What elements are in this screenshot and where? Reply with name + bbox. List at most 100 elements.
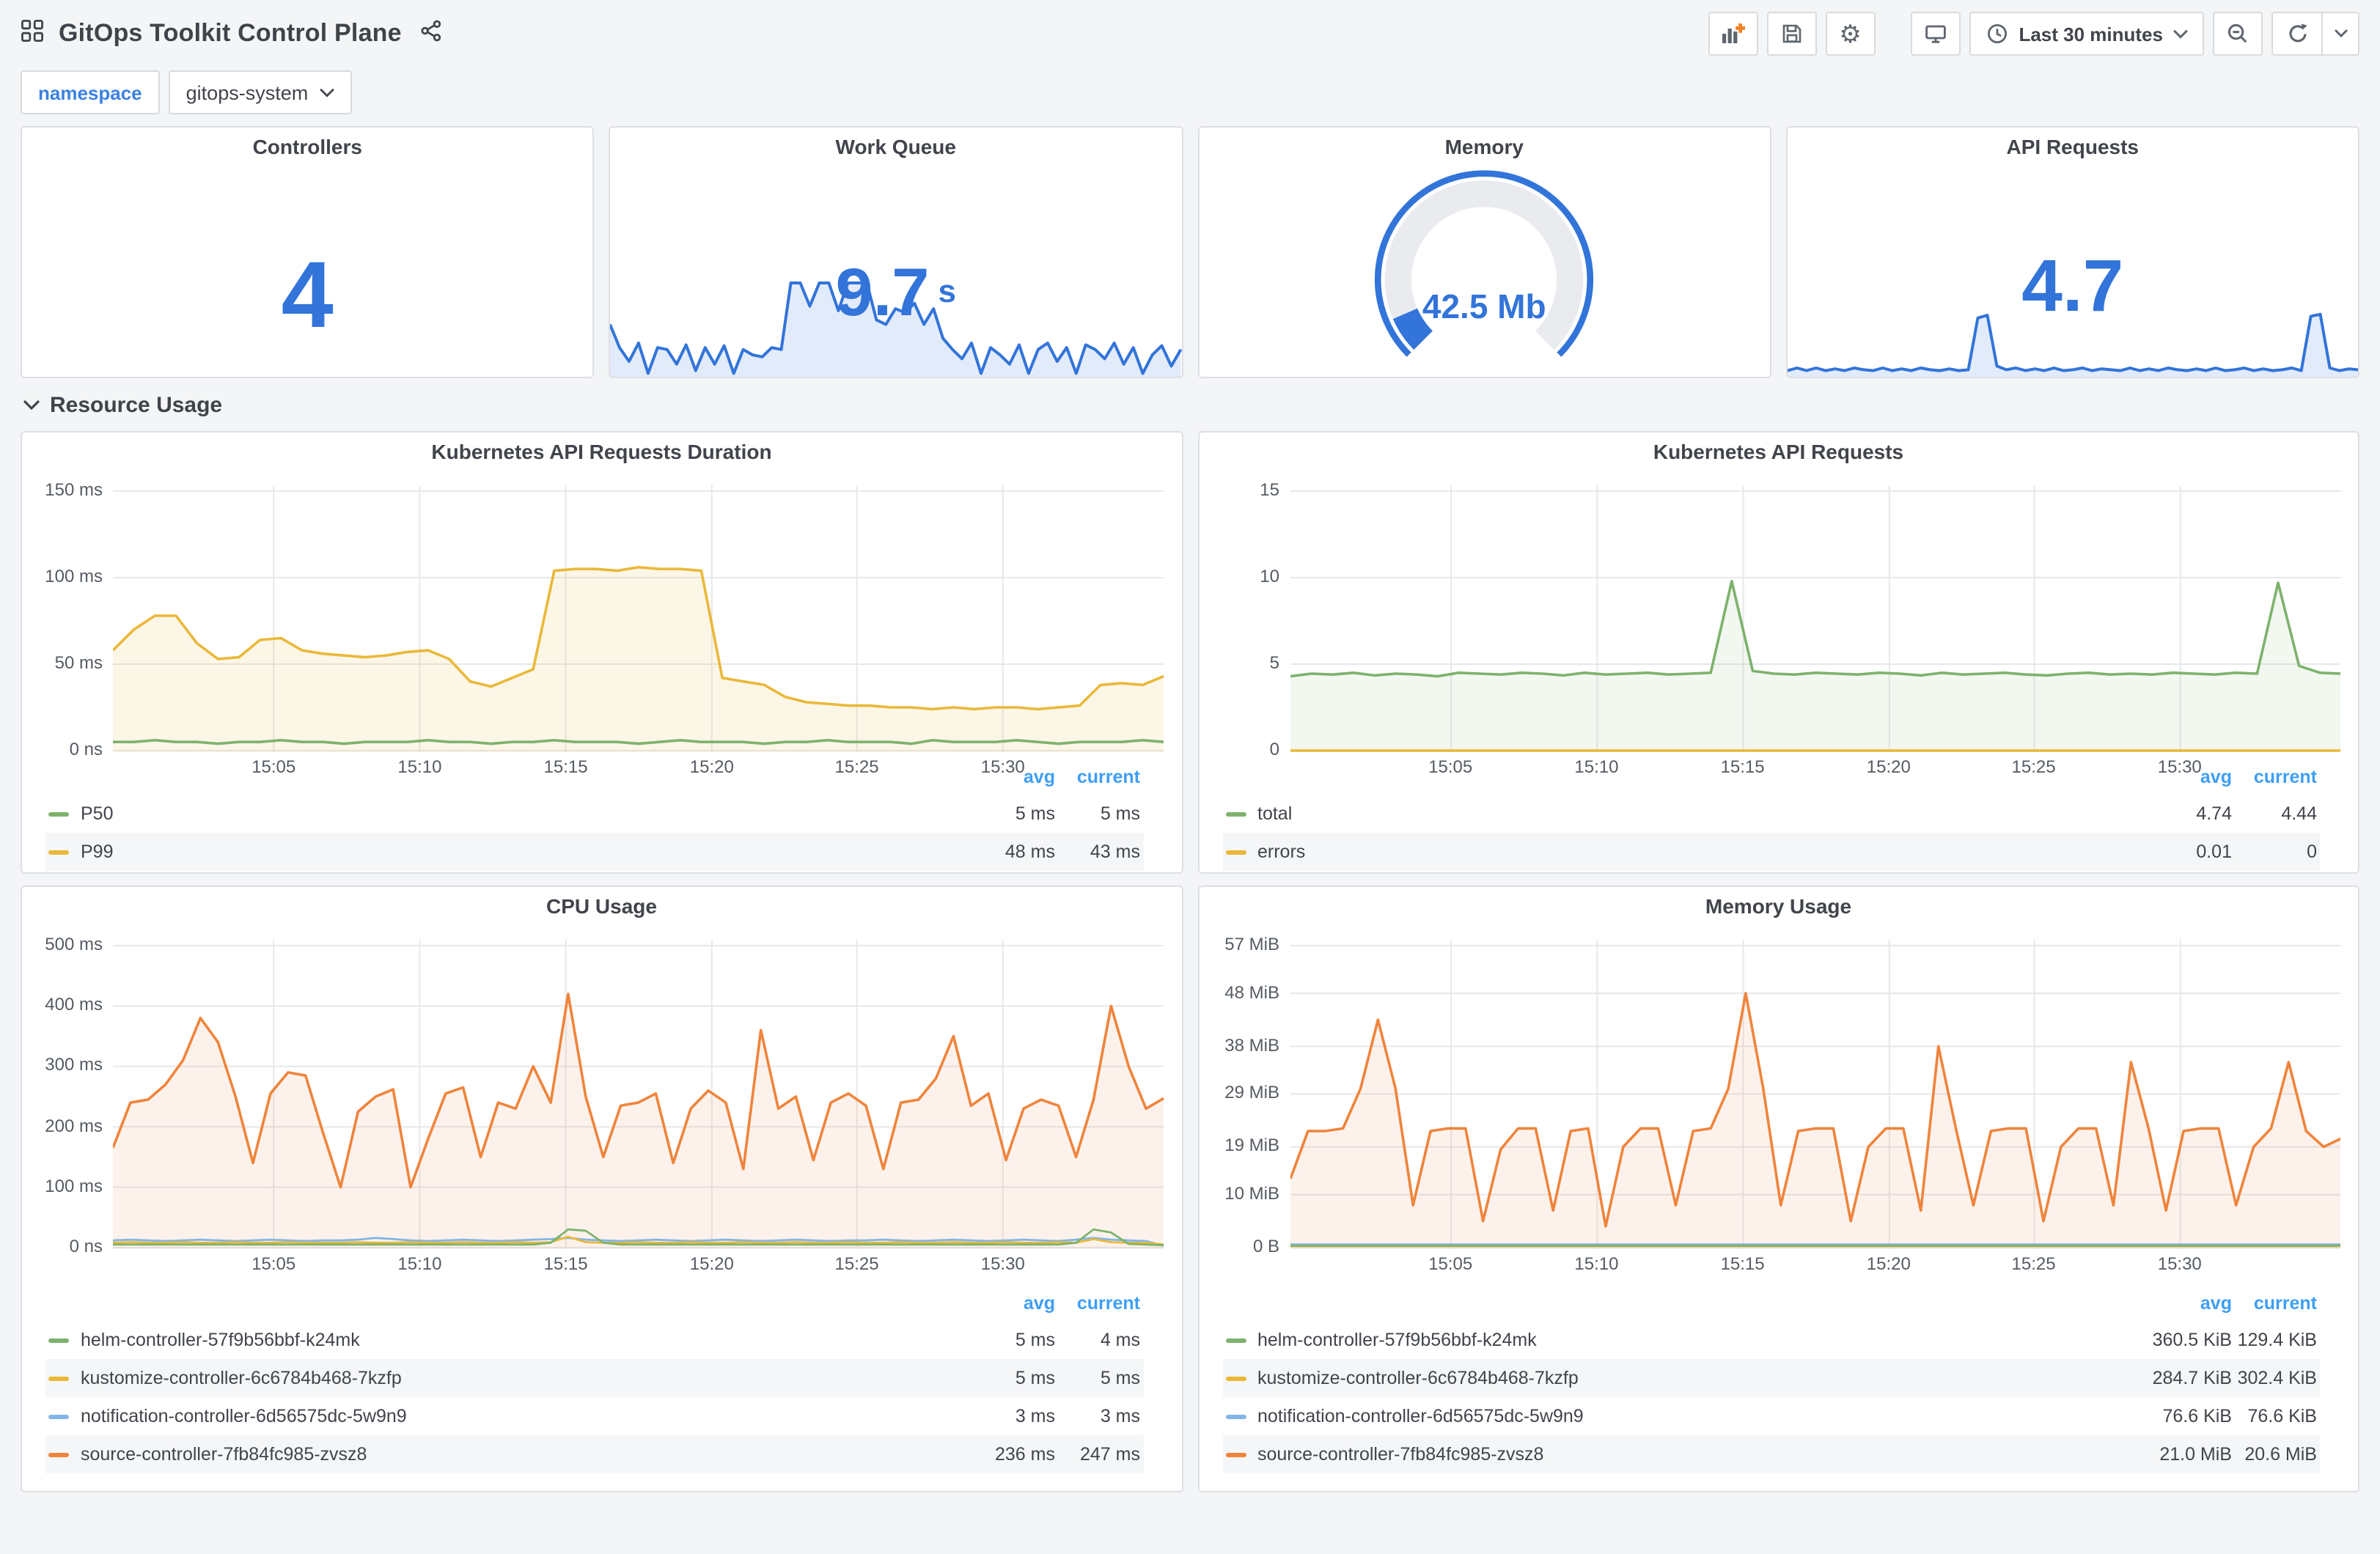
- series-color-swatch: [48, 1452, 69, 1457]
- legend-avg-header[interactable]: avg: [2056, 1293, 2232, 1314]
- chart-plot[interactable]: [113, 479, 1164, 752]
- y-axis-label: 57 MiB: [1224, 934, 1279, 954]
- legend-avg-value: 48 ms: [1004, 842, 1055, 862]
- memory-gauge-value: 42.5 Mb: [1422, 287, 1546, 325]
- panel-controllers: Controllers 4: [21, 126, 595, 378]
- refresh-interval-dropdown[interactable]: [2321, 12, 2359, 56]
- legend-series-name[interactable]: kustomize-controller-6c6784b468-7kzfp: [81, 1368, 402, 1388]
- x-axis-label: 15:25: [834, 1253, 879, 1274]
- panel-title[interactable]: Memory: [1199, 128, 1769, 166]
- chevron-down-icon: [2334, 29, 2347, 38]
- legend-row: source-controller-7fb84fc985-zvsz8 21.0 M…: [1222, 1435, 2320, 1473]
- gear-icon: ⚙: [1839, 20, 1862, 48]
- graphs-row-2: CPU Usage 500 ms 400 ms 300 ms 200 ms 100 ms…: [21, 885, 2359, 1492]
- panel-title[interactable]: API Requests: [1788, 128, 2358, 166]
- legend-current-header[interactable]: current: [2232, 1293, 2317, 1314]
- save-dashboard-button[interactable]: [1766, 12, 1817, 56]
- legend-series-name[interactable]: P50: [81, 803, 114, 824]
- memory-gauge: 42.5 Mb: [1345, 167, 1623, 367]
- legend-current-value: 0: [2307, 842, 2317, 862]
- legend-series-name[interactable]: helm-controller-57f9b56bbf-k24mk: [1257, 1330, 1537, 1350]
- x-axis-label: 15:10: [397, 1253, 442, 1274]
- legend-current-header[interactable]: current: [2232, 767, 2317, 787]
- x-axis: 15:05 15:10 15:15 15:20 15:25 15:30: [113, 1252, 1164, 1281]
- legend-current-value: 3 ms: [1100, 1406, 1140, 1426]
- panel-title[interactable]: Controllers: [22, 128, 592, 166]
- chart-plot[interactable]: [1290, 934, 2340, 1249]
- legend-series-name[interactable]: P99: [81, 842, 114, 862]
- legend-series-name[interactable]: errors: [1257, 842, 1305, 862]
- variable-value-dropdown[interactable]: gitops-system: [168, 70, 353, 114]
- legend-avg-value: 236 ms: [995, 1444, 1055, 1465]
- y-axis-label: 5: [1269, 652, 1279, 673]
- legend-current-value: 4 ms: [1100, 1330, 1140, 1350]
- refresh-dashboard-button[interactable]: [2271, 12, 2321, 56]
- legend-avg-value: 5 ms: [1015, 1368, 1055, 1388]
- y-axis: 500 ms 400 ms 300 ms 200 ms 100 ms 0 ns: [31, 934, 113, 1256]
- zoom-out-time-button[interactable]: [2213, 12, 2263, 56]
- template-variables-row: namespace gitops-system: [21, 70, 2359, 114]
- y-axis-label: 38 MiB: [1224, 1034, 1279, 1056]
- chart-plot[interactable]: [113, 934, 1164, 1249]
- legend-row: notification-controller-6d56575dc-5w9n9 7…: [1222, 1397, 2320, 1435]
- x-axis-label: 15:10: [1574, 756, 1619, 777]
- series-color-swatch: [1225, 811, 1246, 816]
- legend-series-name[interactable]: source-controller-7fb84fc985-zvsz8: [81, 1444, 367, 1465]
- x-axis-label: 15:05: [1428, 756, 1473, 777]
- legend: avg current helm-controller-57f9b56bbf-k24…: [1222, 1286, 2320, 1473]
- work-queue-value: 9.7: [835, 254, 930, 330]
- legend-series-name[interactable]: notification-controller-6d56575dc-5w9n9: [1257, 1406, 1584, 1426]
- panel-title[interactable]: Kubernetes API Requests Duration: [22, 432, 1181, 471]
- legend-series-name[interactable]: helm-controller-57f9b56bbf-k24mk: [81, 1330, 360, 1350]
- legend-series-name[interactable]: source-controller-7fb84fc985-zvsz8: [1257, 1444, 1543, 1465]
- top-bar: GitOps Toolkit Control Plane ⚙ Last 30 m…: [0, 0, 2380, 67]
- legend-avg-value: 21.0 MiB: [2159, 1444, 2232, 1465]
- legend-row: P50 5 ms 5 ms: [45, 795, 1143, 833]
- time-range-picker[interactable]: Last 30 minutes: [1969, 12, 2204, 56]
- legend-avg-header[interactable]: avg: [879, 767, 1055, 787]
- dashboard-grid-icon[interactable]: [21, 18, 44, 49]
- legend-row: helm-controller-57f9b56bbf-k24mk 5 ms 4 ms: [45, 1321, 1143, 1359]
- legend-header: avg current: [45, 1286, 1143, 1321]
- legend-current-value: 129.4 KiB: [2237, 1330, 2317, 1350]
- legend-avg-value: 76.6 KiB: [2162, 1406, 2232, 1426]
- x-axis-label: 15:30: [2157, 756, 2202, 777]
- legend-row: notification-controller-6d56575dc-5w9n9 3…: [45, 1397, 1143, 1435]
- legend-avg-value: 360.5 KiB: [2152, 1330, 2232, 1350]
- time-range-label: Last 30 minutes: [2019, 23, 2163, 45]
- add-panel-button[interactable]: [1708, 12, 1758, 56]
- legend-series-name[interactable]: total: [1257, 803, 1292, 824]
- dashboard-settings-button[interactable]: ⚙: [1825, 12, 1876, 56]
- y-axis-label: 400 ms: [45, 994, 103, 1015]
- x-axis-label: 15:20: [1866, 1253, 1911, 1274]
- cycle-view-mode-button[interactable]: [1910, 12, 1961, 56]
- share-icon[interactable]: [419, 18, 443, 49]
- stats-row: Controllers 4 Work Queue 9.7 s Memory 42…: [21, 126, 2359, 378]
- x-axis-label: 15:10: [397, 756, 442, 777]
- y-axis-label: 48 MiB: [1224, 982, 1279, 1003]
- y-axis-label: 29 MiB: [1224, 1082, 1279, 1103]
- y-axis-label: 0: [1269, 739, 1279, 759]
- x-axis-label: 15:30: [980, 1253, 1025, 1274]
- legend-avg-header[interactable]: avg: [2056, 767, 2232, 787]
- x-axis-label: 15:30: [2157, 1253, 2202, 1274]
- x-axis-label: 15:20: [689, 756, 734, 777]
- legend-row: kustomize-controller-6c6784b468-7kzfp 284…: [1222, 1359, 2320, 1397]
- save-icon: [1782, 24, 1801, 43]
- legend-current-value: 20.6 MiB: [2244, 1444, 2317, 1465]
- panel-title[interactable]: Work Queue: [611, 128, 1181, 166]
- panel-title[interactable]: Memory Usage: [1199, 887, 2358, 925]
- refresh-button-group: [2271, 12, 2359, 56]
- legend-avg-header[interactable]: avg: [879, 1293, 1055, 1314]
- panel-title[interactable]: Kubernetes API Requests: [1199, 432, 2358, 471]
- legend-series-name[interactable]: kustomize-controller-6c6784b468-7kzfp: [1257, 1368, 1579, 1388]
- series-color-swatch: [1225, 1414, 1246, 1418]
- row-header-resource-usage[interactable]: Resource Usage: [23, 381, 2359, 428]
- chart-plot[interactable]: [1290, 479, 2340, 752]
- panel-title[interactable]: CPU Usage: [22, 887, 1181, 925]
- legend-series-name[interactable]: notification-controller-6d56575dc-5w9n9: [81, 1406, 407, 1426]
- y-axis-label: 0 B: [1252, 1236, 1279, 1256]
- chevron-down-icon: [2173, 29, 2188, 38]
- legend-current-header[interactable]: current: [1055, 1293, 1140, 1314]
- legend-current-header[interactable]: current: [1055, 767, 1140, 787]
